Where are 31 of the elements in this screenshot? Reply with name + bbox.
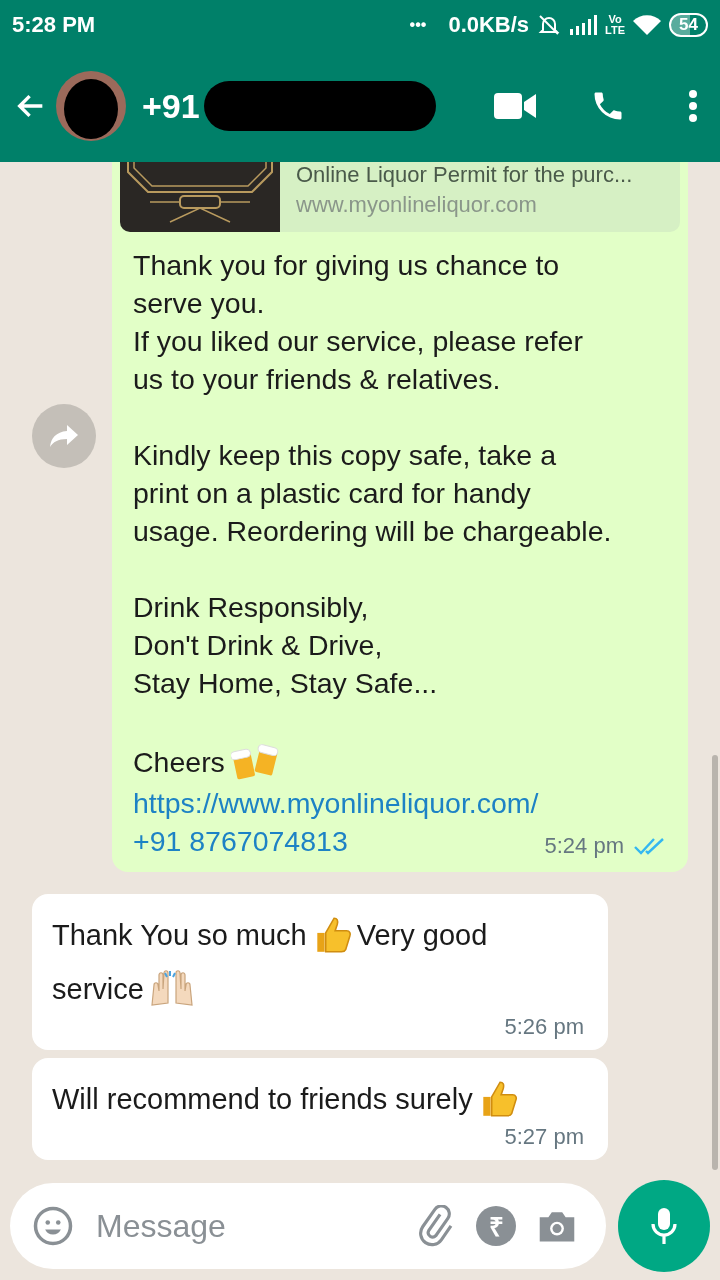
message-text: Kindly keep this copy safe, take a: [133, 438, 557, 473]
status-time: 5:28 PM: [12, 12, 96, 38]
message-time: 5:27 pm: [504, 1124, 584, 1149]
message-time: 5:26 pm: [504, 1014, 584, 1039]
message-text: print on a plastic card for handy: [133, 476, 532, 511]
preview-title: Online Liquor Permit for the purc...: [296, 162, 634, 188]
message-field[interactable]: Message ₹: [10, 1183, 606, 1269]
message-text: Thank You so much: [52, 918, 307, 952]
message-text: us to your friends & relatives.: [133, 362, 502, 397]
notification-dots: •••: [409, 16, 427, 34]
message-time: 5:24 pm: [544, 833, 624, 859]
contact-name[interactable]: +91: [142, 86, 200, 126]
message-text: service: [52, 972, 144, 1006]
link-preview[interactable]: Online Liquor Permit for the purc... www.myonlineliquor.com: [120, 162, 680, 232]
message-text: Very good: [356, 918, 488, 952]
volte-indicator: Vo LTE: [605, 14, 626, 36]
message-text: Drink Responsibly,: [133, 590, 370, 625]
message-text: Stay Home, Stay Safe...: [133, 666, 439, 701]
phone-link[interactable]: +91 8767074813: [133, 822, 348, 860]
network-speed: 0.0KB/s: [448, 12, 530, 38]
message-text: Cheers: [133, 745, 225, 780]
message-text: If you liked our service, please refer: [133, 324, 584, 359]
website-link[interactable]: https://www.myonlineliquor.com/: [133, 784, 672, 822]
payment-button[interactable]: ₹: [476, 1206, 516, 1246]
message-text: Don't Drink & Drive,: [133, 628, 384, 663]
preview-domain: www.myonlineliquor.com: [296, 192, 538, 218]
message-text: serve you.: [133, 286, 266, 321]
message-text: Thank you for giving us chance to: [133, 248, 561, 283]
message-text: usage. Reordering will be chargeable.: [133, 514, 613, 549]
message-text: Will recommend to friends surely: [52, 1082, 473, 1116]
battery-indicator: 54: [669, 13, 708, 37]
